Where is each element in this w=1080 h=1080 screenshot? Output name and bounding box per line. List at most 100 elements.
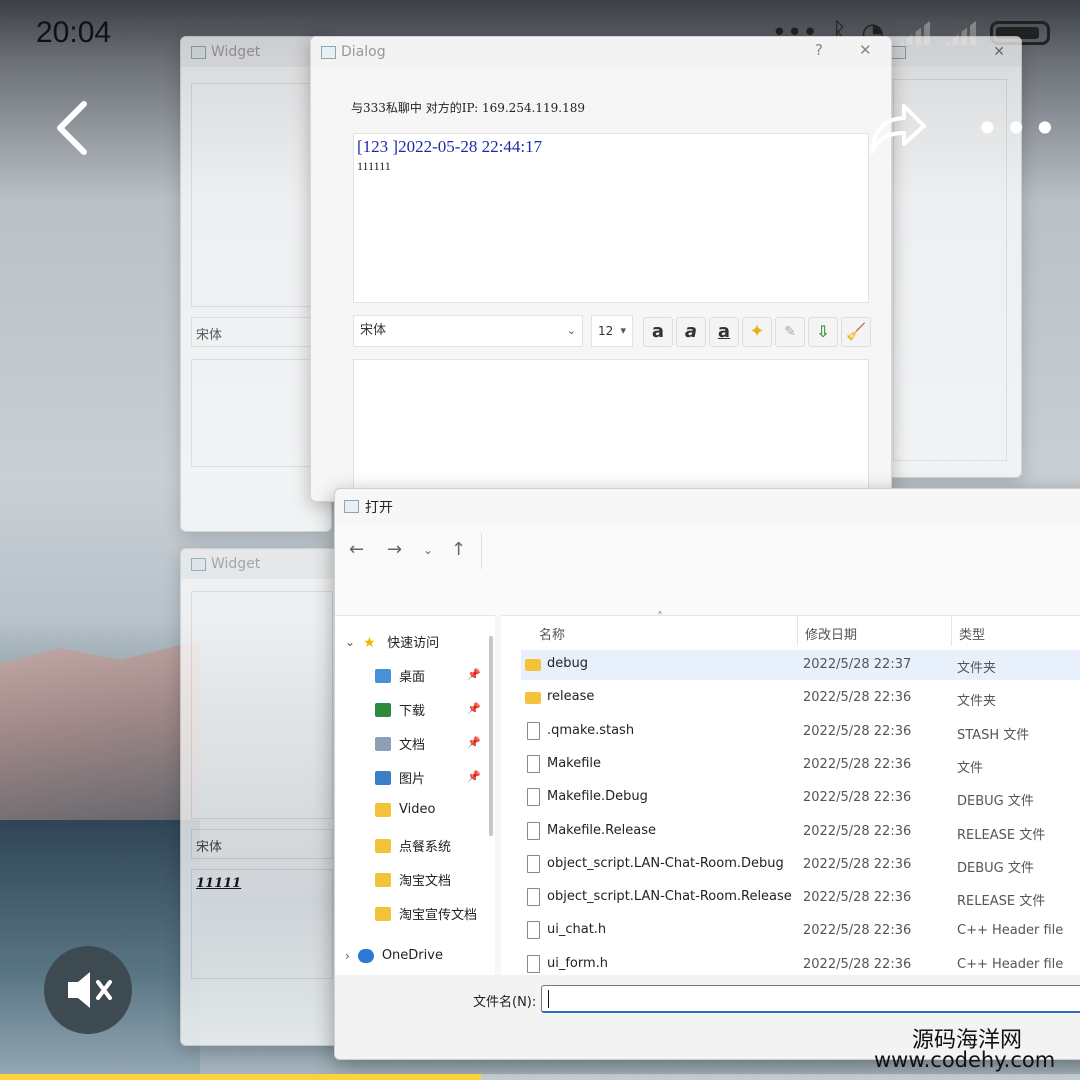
sidebar-item[interactable]: ⌄ ★ 快速访问 [345, 632, 440, 652]
filename-input[interactable] [541, 985, 1080, 1013]
sidebar-item-label: OneDrive [381, 948, 443, 963]
widget-window-bottom[interactable]: Widget 宋体 11111 [180, 548, 342, 1046]
file-date: 2022/5/28 22:36 [803, 923, 912, 939]
sidebar-item[interactable]: 图片 [375, 768, 425, 787]
file-name: object_script.LAN-Chat-Room.Debug [547, 855, 784, 871]
file-type: RELEASE 文件 [957, 894, 1046, 910]
dialog-window[interactable]: Dialog ? ✕ 与333私聊中 对方的IP: 169.254.119.18… [310, 36, 892, 502]
pin-icon[interactable]: 📌 [467, 736, 481, 749]
table-row[interactable]: release 2022/5/28 22:36 文件夹 [521, 683, 1080, 713]
italic-icon[interactable]: a [676, 317, 706, 347]
folder-icon [375, 872, 391, 887]
sidebar-item-label: 快速访问 [387, 636, 440, 651]
sidebar-item-label: 淘宝文档 [399, 874, 452, 889]
table-row[interactable]: debug 2022/5/28 22:37 文件夹 [521, 650, 1080, 680]
file-icon [527, 921, 540, 940]
file-type: RELEASE 文件 [957, 827, 1046, 843]
color-icon[interactable]: ✦ [742, 317, 772, 347]
bold-icon[interactable]: a [643, 317, 673, 347]
file-name: release [547, 689, 595, 705]
sidebar-item-label: Video [399, 802, 436, 817]
file-type: C++ Header file [957, 923, 1064, 939]
recent-dropdown-icon[interactable]: ⌄ [423, 543, 433, 557]
dialog-close-icon[interactable]: ✕ [859, 41, 872, 59]
column-separator [797, 616, 798, 646]
widget-bottom-font-combo[interactable]: 宋体 [191, 829, 333, 859]
file-type: 文件 [957, 760, 984, 776]
close-icon[interactable]: ✕ [993, 37, 1005, 67]
table-row[interactable]: Makefile.Release 2022/5/28 22:36 RELEASE 文… [521, 817, 1080, 847]
widget-bottom-input[interactable]: 11111 [191, 869, 333, 979]
video-progress-fill [0, 1074, 481, 1080]
clear-icon[interactable]: 🧹 [841, 317, 871, 347]
share-icon[interactable] [866, 98, 930, 158]
document-icon [375, 736, 391, 751]
file-open-dialog[interactable]: 打开 ← → ⌄ ↑ ⌄ ★ 快速访问桌面 📌 下载 📌 文档 📌 图片 📌 Video 点餐系统淘宝… [334, 488, 1080, 1060]
navigation-pane: ⌄ ★ 快速访问桌面 📌 下载 📌 文档 📌 图片 📌 Video 点餐系统淘宝文档淘宝宣传文档 › On… [335, 615, 495, 976]
file-icon [527, 821, 540, 840]
save-icon[interactable]: ✎ [775, 317, 805, 347]
widget-bottom-title: Widget [181, 549, 341, 579]
table-row[interactable]: ui_chat.h 2022/5/28 22:36 C++ Header file [521, 916, 1080, 946]
filename-label: 文件名(N): [473, 995, 537, 1010]
folder-icon [525, 692, 541, 705]
sidebar-item[interactable]: 淘宝文档 [375, 870, 451, 889]
table-row[interactable]: object_script.LAN-Chat-Room.Debug 2022/5/… [521, 850, 1080, 880]
back-arrow-icon[interactable] [48, 98, 100, 158]
table-row[interactable]: .qmake.stash 2022/5/28 22:36 STASH 文件 [521, 717, 1080, 747]
column-header-name[interactable]: 名称 [539, 624, 565, 643]
file-name: Makefile.Debug [547, 789, 648, 805]
message-input[interactable] [353, 359, 869, 491]
file-name: .qmake.stash [547, 722, 635, 738]
sidebar-item-label: 点餐系统 [399, 840, 452, 855]
table-row[interactable]: Makefile 2022/5/28 22:36 文件 [521, 750, 1080, 780]
help-icon[interactable]: ? [815, 41, 823, 59]
sidebar-item[interactable]: Video [375, 802, 435, 817]
download-icon [375, 702, 391, 717]
file-date: 2022/5/28 22:36 [803, 723, 912, 739]
load-icon[interactable]: ⇩ [808, 317, 838, 347]
desktop-icon [375, 668, 391, 683]
sidebar-item[interactable]: 桌面 [375, 666, 425, 685]
chevron-down-icon: ⌄ [566, 324, 576, 337]
up-arrow-icon[interactable]: ↑ [451, 539, 466, 560]
sidebar-item-label: 图片 [399, 772, 426, 787]
column-header-type[interactable]: 类型 [959, 624, 985, 643]
file-icon [527, 954, 540, 973]
star-icon: ★ [363, 634, 376, 651]
file-type: C++ Header file [957, 956, 1064, 972]
video-progress-bar[interactable] [0, 1074, 1080, 1080]
size-combo[interactable]: 12 ▾ [591, 315, 633, 347]
sort-chevron-icon: ˄ [657, 610, 663, 624]
sidebar-item[interactable]: 文档 [375, 734, 425, 753]
sidebar-scrollbar[interactable] [489, 636, 493, 836]
table-row[interactable]: Makefile.Debug 2022/5/28 22:36 DEBUG 文件 [521, 783, 1080, 813]
sidebar-item[interactable]: 下载 [375, 700, 425, 719]
font-combo[interactable]: 宋体 ⌄ [353, 315, 583, 347]
mute-button[interactable] [44, 946, 132, 1034]
file-type: DEBUG 文件 [957, 794, 1034, 810]
dropdown-arrow-icon: ▾ [620, 324, 626, 337]
sidebar-item[interactable]: 淘宝宣传文档 [375, 904, 477, 923]
file-type: 文件夹 [957, 694, 997, 710]
text-caret [548, 990, 549, 1008]
forward-arrow-icon[interactable]: → [387, 539, 402, 560]
sidebar-item[interactable]: 点餐系统 [375, 836, 451, 855]
watermark-url: www.codehy.com [874, 1048, 1056, 1072]
chat-info-label: 与333私聊中 对方的IP: 169.254.119.189 [351, 101, 586, 115]
underline-icon[interactable]: a [709, 317, 739, 347]
back-arrow-icon[interactable]: ← [349, 539, 364, 560]
table-row[interactable]: object_script.LAN-Chat-Room.Release 2022/… [521, 883, 1080, 913]
pin-icon[interactable]: 📌 [467, 702, 481, 715]
file-date: 2022/5/28 22:36 [803, 890, 912, 906]
chevron-down-icon[interactable]: ⌄ [345, 635, 355, 649]
sidebar-item[interactable]: › OneDrive [345, 948, 443, 963]
more-options-icon[interactable]: ••• [975, 104, 1061, 153]
column-header-date[interactable]: 修改日期 [805, 624, 857, 643]
file-name: ui_form.h [547, 955, 609, 971]
file-type: STASH 文件 [957, 727, 1030, 743]
chevron-right-icon[interactable]: › [345, 949, 350, 963]
pin-icon[interactable]: 📌 [467, 668, 481, 681]
pin-icon[interactable]: 📌 [467, 770, 481, 783]
open-dialog-title: 打开 [365, 500, 393, 516]
